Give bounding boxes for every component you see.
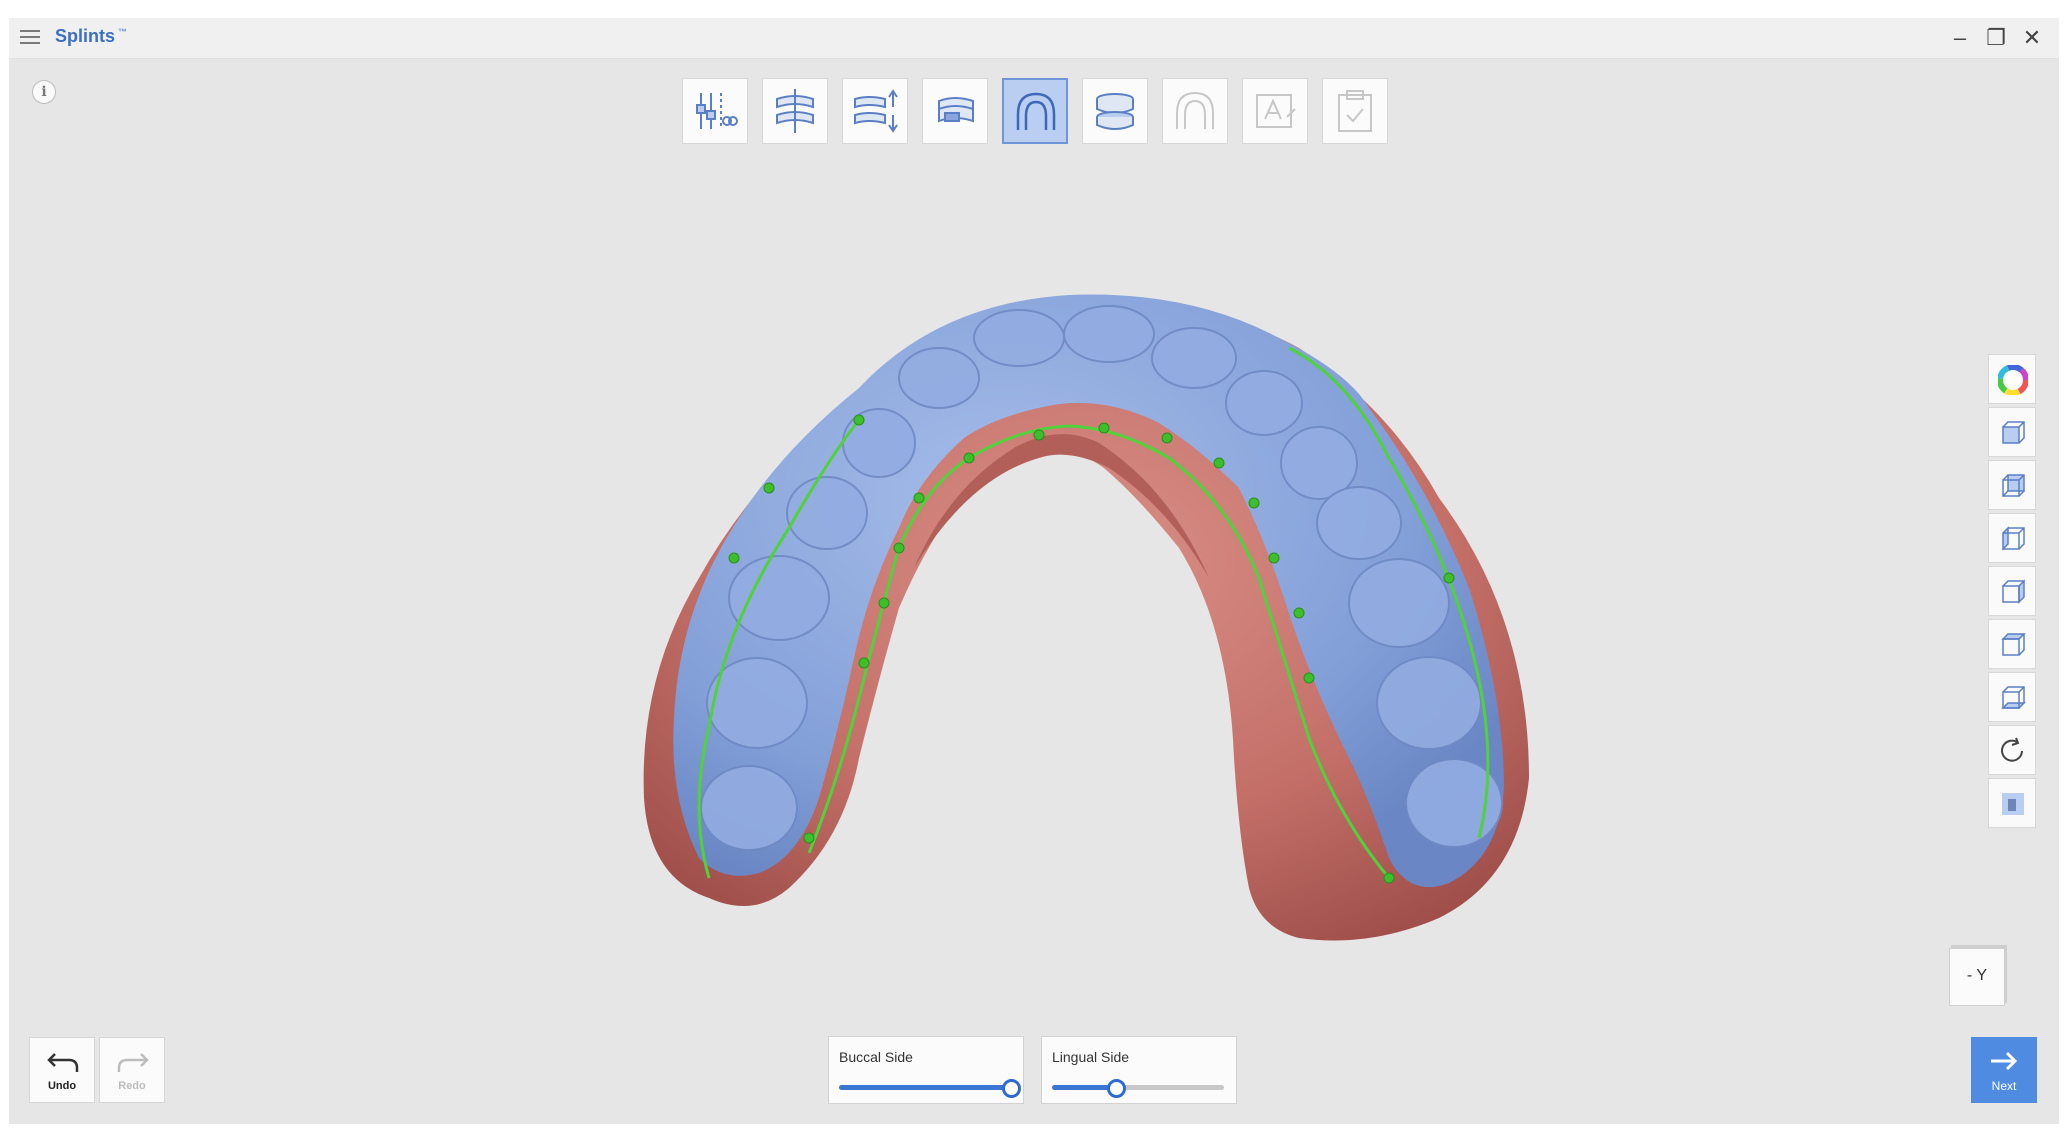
lingual-side-thumb[interactable] — [1106, 1079, 1126, 1098]
right-view-icon — [2002, 579, 2025, 604]
reset-rotation-icon — [2001, 737, 2023, 762]
app-title: Splints ™ — [55, 26, 127, 47]
undo-button[interactable]: Undo — [29, 1037, 95, 1103]
lingual-side-panel: Lingual Side — [1041, 1036, 1237, 1104]
step-text-label-button[interactable] — [1242, 78, 1308, 144]
hamburger-menu-icon[interactable] — [17, 26, 43, 50]
thickness-layers-icon — [1096, 93, 1134, 130]
reset-rotation-button[interactable] — [1988, 725, 2036, 775]
step-insertion-direction-button[interactable] — [842, 78, 908, 144]
trim-adjust-icon — [696, 93, 738, 129]
info-icon[interactable]: i — [32, 80, 56, 104]
back-view-button[interactable] — [1988, 460, 2036, 510]
model-visibility-button[interactable] — [1988, 778, 2036, 828]
front-view-icon — [2002, 421, 2025, 444]
top-view-button[interactable] — [1988, 619, 2036, 669]
undo-icon — [47, 1053, 79, 1072]
step-trim-adjust-button[interactable] — [682, 78, 748, 144]
undercut-block-icon — [938, 97, 974, 123]
next-label: Next — [1991, 1079, 2017, 1093]
dental-arch-model[interactable] — [9, 158, 2059, 1038]
trademark-badge: ™ — [118, 27, 128, 37]
step-margin-line-button[interactable] — [1002, 78, 1068, 144]
top-view-icon — [2001, 633, 2026, 656]
axis-label: - Y — [1966, 967, 1988, 984]
buccal-side-panel: Buccal Side — [828, 1036, 1024, 1104]
arrow-right-icon — [1991, 1051, 2018, 1071]
minimize-button[interactable]: – — [1945, 24, 1975, 52]
color-wheel-button[interactable] — [1988, 354, 2036, 404]
redo-icon — [117, 1053, 149, 1072]
redo-button[interactable]: Redo — [99, 1037, 165, 1103]
step-thickness-layers-button[interactable] — [1082, 78, 1148, 144]
front-view-button[interactable] — [1988, 407, 2036, 457]
title-bar: Splints ™ – ❐ ✕ — [9, 18, 2059, 59]
margin-line-icon — [1016, 92, 1056, 130]
redo-label: Redo — [118, 1080, 146, 1092]
insertion-direction-icon — [854, 89, 898, 133]
text-label-icon — [1256, 94, 1296, 128]
lingual-side-label: Lingual Side — [1052, 1049, 1130, 1065]
step-undercut-block-button[interactable] — [922, 78, 988, 144]
orientation-cube[interactable]: - Y — [1949, 948, 2005, 1006]
right-view-button[interactable] — [1988, 566, 2036, 616]
undo-label: Undo — [47, 1080, 77, 1092]
step-finish-check-button[interactable] — [1322, 78, 1388, 144]
maximize-button[interactable]: ❐ — [1981, 24, 2011, 52]
finish-check-icon — [1338, 90, 1372, 132]
next-button[interactable]: Next — [1971, 1037, 2037, 1103]
back-view-icon — [2002, 474, 2025, 497]
model-visibility-icon — [2002, 793, 2024, 815]
buccal-side-fill — [839, 1085, 1011, 1090]
buccal-side-thumb[interactable] — [1002, 1079, 1021, 1098]
app-title-text: Splints — [55, 26, 116, 46]
left-view-button[interactable] — [1988, 513, 2036, 563]
3d-viewport[interactable] — [9, 158, 2059, 1038]
step-splint-shape-button[interactable] — [1162, 78, 1228, 144]
app-window: Splints ™ – ❐ ✕ i - Y Undo Redo Buccal S… — [9, 18, 2059, 1124]
bottom-view-icon — [2001, 686, 2026, 709]
left-view-icon — [2002, 526, 2025, 551]
bottom-view-button[interactable] — [1988, 672, 2036, 722]
splint-shape-icon — [1176, 91, 1214, 129]
step-align-occlusion-button[interactable] — [762, 78, 828, 144]
align-occlusion-icon — [776, 89, 814, 133]
color-wheel-icon — [1998, 365, 2028, 395]
buccal-side-label: Buccal Side — [839, 1049, 913, 1065]
close-button[interactable]: ✕ — [2017, 24, 2047, 52]
